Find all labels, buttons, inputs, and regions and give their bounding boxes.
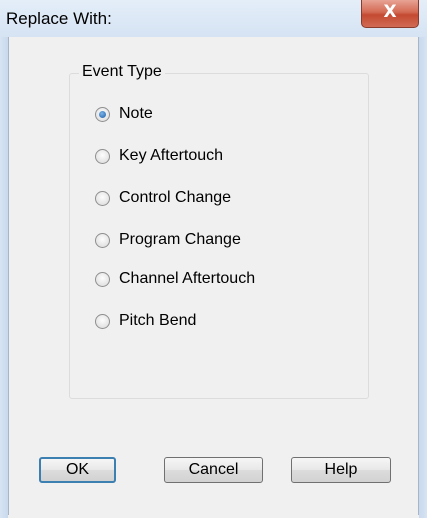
dialog-title: Replace With: bbox=[6, 9, 112, 28]
radio-label: Control Change bbox=[119, 189, 232, 206]
radio-button-icon[interactable] bbox=[95, 232, 110, 248]
help-button[interactable]: Help bbox=[291, 457, 391, 483]
window-frame-left bbox=[0, 37, 8, 518]
radio-button-icon[interactable] bbox=[95, 190, 110, 206]
replace-with-dialog: Replace With: X Event Type Note Key Afte… bbox=[0, 0, 427, 518]
ok-button[interactable]: OK bbox=[39, 457, 116, 483]
close-button[interactable]: X bbox=[361, 0, 419, 28]
radio-pitch-bend[interactable]: Pitch Bend bbox=[95, 310, 196, 332]
radio-button-icon[interactable] bbox=[95, 271, 110, 287]
radio-channel-aftertouch[interactable]: Channel Aftertouch bbox=[95, 268, 255, 290]
radio-key-aftertouch[interactable]: Key Aftertouch bbox=[95, 145, 223, 167]
cancel-button[interactable]: Cancel bbox=[164, 457, 263, 483]
radio-label: Channel Aftertouch bbox=[119, 270, 256, 287]
title-bar[interactable]: Replace With: X bbox=[0, 0, 427, 38]
radio-button-icon[interactable] bbox=[95, 148, 110, 164]
radio-program-change[interactable]: Program Change bbox=[95, 229, 241, 251]
radio-button-icon[interactable] bbox=[95, 106, 110, 122]
event-type-label: Event Type bbox=[79, 63, 165, 81]
radio-label: Note bbox=[119, 105, 153, 122]
radio-note[interactable]: Note bbox=[95, 103, 153, 125]
radio-label: Program Change bbox=[119, 231, 241, 248]
radio-label: Key Aftertouch bbox=[119, 147, 224, 164]
radio-button-icon[interactable] bbox=[95, 313, 110, 329]
radio-control-change[interactable]: Control Change bbox=[95, 187, 231, 209]
close-icon: X bbox=[383, 2, 397, 22]
radio-label: Pitch Bend bbox=[119, 312, 197, 329]
window-frame-right bbox=[419, 37, 427, 518]
dialog-client-area: Event Type Note Key Aftertouch Control C… bbox=[8, 37, 419, 515]
